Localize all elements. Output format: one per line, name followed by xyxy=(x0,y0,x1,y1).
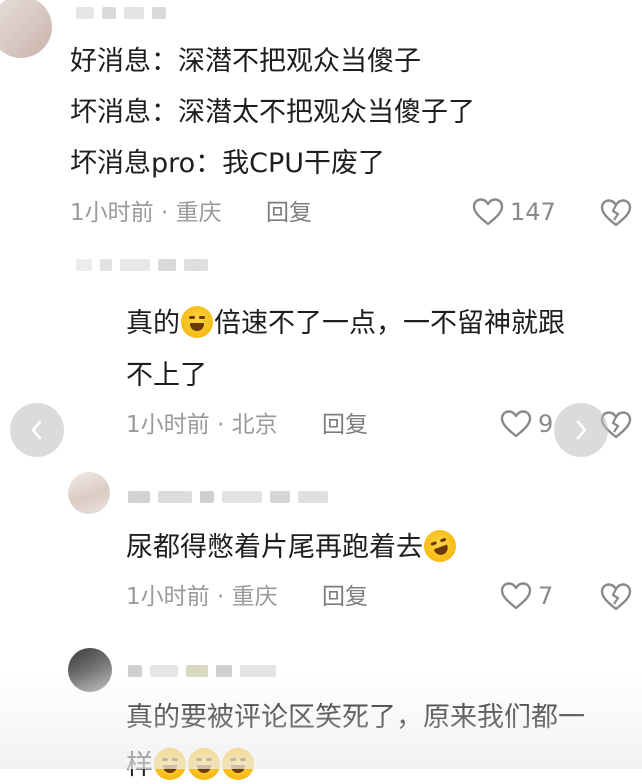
next-button[interactable] xyxy=(554,403,608,457)
like-count: 7 xyxy=(538,582,554,610)
comment-text-part: 倍速不了一点，一不留神就跟 xyxy=(214,308,565,339)
comment-time-location: 1小时前 · 重庆 xyxy=(126,584,278,610)
comment-time-location: 1小时前 · 北京 xyxy=(126,412,278,438)
comment-text-line: 好消息：深潜不把观众当傻子 xyxy=(70,46,421,77)
username-blurred[interactable] xyxy=(128,664,276,678)
reply-button[interactable]: 回复 xyxy=(266,198,312,228)
comment-text-line: 不上了 xyxy=(126,360,207,391)
heart-outline-icon xyxy=(472,198,504,226)
like-button[interactable]: 9 xyxy=(500,409,553,439)
chevron-left-icon xyxy=(31,420,42,440)
comment-text-line: 真的 倍速不了一点，一不留神就跟 xyxy=(126,306,565,342)
rolling-laughing-emoji xyxy=(419,525,461,567)
crying-face-emoji xyxy=(181,306,213,338)
like-count: 147 xyxy=(510,198,556,226)
like-button[interactable]: 7 xyxy=(500,581,553,611)
broken-heart-outline-icon[interactable] xyxy=(600,198,632,228)
avatar[interactable] xyxy=(68,648,112,692)
username-blurred[interactable] xyxy=(128,490,328,504)
comment-text-part: 样 xyxy=(126,750,153,781)
comment-time-location: 1小时前 · 重庆 xyxy=(70,200,222,226)
comment-text-line: 真的要被评论区笑死了，原来我们都一 xyxy=(126,702,585,733)
chevron-right-icon xyxy=(576,420,587,440)
reply-button[interactable]: 回复 xyxy=(322,582,368,612)
broken-heart-outline-icon[interactable] xyxy=(600,582,632,612)
comment-text-part: 尿都得憋着片尾再跑着去 xyxy=(126,532,423,563)
comment-text-line: 尿都得憋着片尾再跑着去 xyxy=(126,525,461,567)
comment-text-line: 坏消息pro：我CPU干废了 xyxy=(70,148,386,179)
comment-text-line: 样 xyxy=(126,748,255,784)
avatar[interactable] xyxy=(68,472,110,514)
crying-face-emoji xyxy=(154,748,186,780)
avatar[interactable] xyxy=(0,0,52,58)
heart-outline-icon xyxy=(500,582,532,610)
comment-text-part: 真的 xyxy=(126,308,180,339)
like-button[interactable]: 147 xyxy=(472,197,556,227)
comment-text-line: 坏消息：深潜太不把观众当傻子了 xyxy=(70,97,475,128)
username-blurred[interactable] xyxy=(76,258,208,272)
reply-button[interactable]: 回复 xyxy=(322,410,368,440)
username-blurred[interactable] xyxy=(76,6,166,20)
prev-button[interactable] xyxy=(10,403,64,457)
crying-face-emoji xyxy=(188,748,220,780)
crying-face-emoji xyxy=(222,748,254,780)
heart-outline-icon xyxy=(500,410,532,438)
like-count: 9 xyxy=(538,410,554,438)
